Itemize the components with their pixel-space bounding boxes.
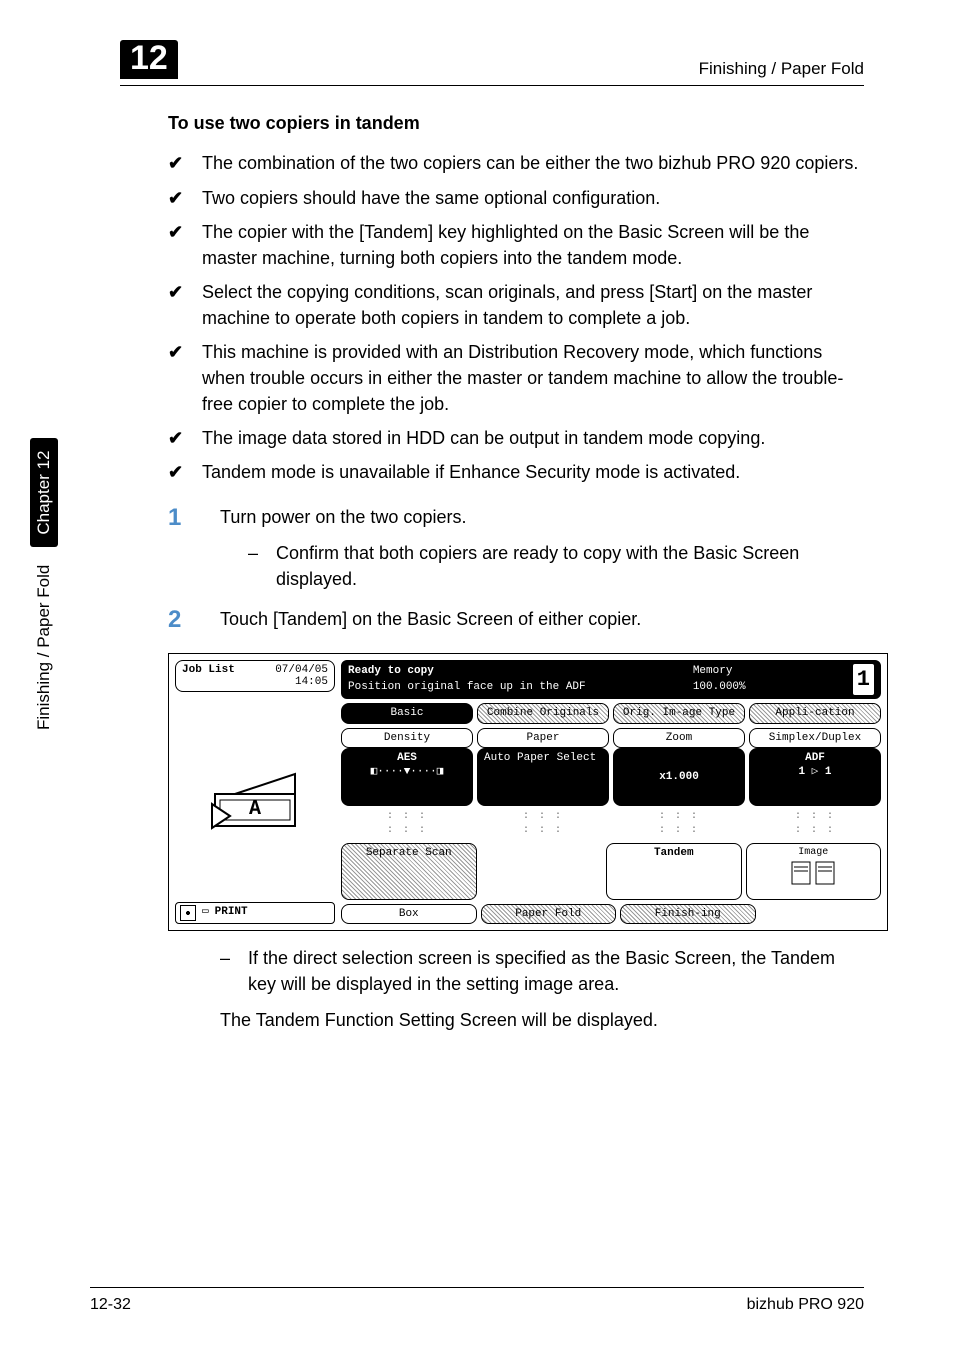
tab-basic[interactable]: Basic [341,703,473,723]
dash-icon: – [220,945,232,997]
page-number: 12-32 [90,1296,131,1314]
check-icon: ✔ [168,425,188,451]
breadcrumb: Finishing / Paper Fold [699,59,864,79]
result-text: The Tandem Function Setting Screen will … [220,1007,864,1033]
check-icon: ✔ [168,219,188,271]
check-icon: ✔ [168,185,188,211]
copier-icon: A [200,764,310,834]
separate-scan-button[interactable]: Separate Scan [341,843,477,900]
image-preview-icon [790,860,836,886]
density-panel[interactable]: AES ◧····▼····◨ [341,748,473,806]
page-header: 12 Finishing / Paper Fold [120,40,864,86]
zoom-panel[interactable]: x1.000 [613,748,745,806]
zoom-button[interactable]: Zoom [613,728,745,748]
bullet-text: This machine is provided with an Distrib… [202,339,864,417]
side-tab-chapter: Chapter 12 [30,439,58,547]
step-text: Touch [Tandem] on the Basic Screen of ei… [220,609,641,629]
job-list-button[interactable]: Job List 07/04/0514:05 [175,660,335,692]
paper-fold-button[interactable]: Paper Fold [481,904,617,924]
check-icon: ✔ [168,339,188,417]
svg-text:A: A [249,798,261,821]
step-sub-text: Confirm that both copiers are ready to c… [276,540,864,592]
network-icon [180,905,196,921]
tab-combine-originals[interactable]: Combine Originals [477,703,609,723]
simplex-duplex-panel[interactable]: ADF 1 ▷ 1 [749,748,881,806]
dash-icon: – [248,540,260,592]
box-button[interactable]: Box [341,904,477,924]
step-number: 1 [168,504,192,592]
side-tab-label: Finishing / Paper Fold [34,565,54,730]
bullet-text: Two copiers should have the same optiona… [202,185,864,211]
section-heading: To use two copiers in tandem [168,110,864,136]
density-button[interactable]: Density [341,728,473,748]
bullet-text: The image data stored in HDD can be outp… [202,425,864,451]
step-number: 2 [168,606,192,635]
tab-application[interactable]: Appli-cation [749,703,881,723]
print-button[interactable]: ▭ PRINT [175,902,335,924]
paper-panel[interactable]: Auto Paper Select [477,748,609,806]
check-icon: ✔ [168,279,188,331]
tandem-button[interactable]: Tandem [606,843,742,900]
check-icon: ✔ [168,459,188,485]
step-2: 2 Touch [Tandem] on the Basic Screen of … [168,606,864,635]
simplex-duplex-button[interactable]: Simplex/Duplex [749,728,881,748]
status-bar: Ready to copy Position original face up … [341,660,881,700]
bullet-text: The combination of the two copiers can b… [202,150,864,176]
basic-screen-screenshot: Job List 07/04/0514:05 A [168,653,888,932]
step-1: 1 Turn power on the two copiers. – Confi… [168,504,864,592]
model-name: bizhub PRO 920 [747,1296,864,1314]
printer-icon: ▭ [202,905,209,921]
chapter-number: 12 [120,40,178,79]
step-text: Turn power on the two copiers. [220,507,466,527]
paper-button[interactable]: Paper [477,728,609,748]
check-icon: ✔ [168,150,188,176]
page-footer: 12-32 bizhub PRO 920 [90,1287,864,1314]
checklist: ✔ The combination of the two copiers can … [168,150,864,485]
note-text: If the direct selection screen is specif… [248,945,864,997]
bullet-text: Tandem mode is unavailable if Enhance Se… [202,459,864,485]
side-tab: Finishing / Paper Fold Chapter 12 [30,439,58,731]
bullet-text: Select the copying conditions, scan orig… [202,279,864,331]
tab-orig-image-type[interactable]: Orig. Im-age Type [613,703,745,723]
finishing-button[interactable]: Finish-ing [620,904,756,924]
copy-counter: 1 [853,664,874,696]
bullet-text: The copier with the [Tandem] key highlig… [202,219,864,271]
image-preview-box: Image [746,843,882,900]
